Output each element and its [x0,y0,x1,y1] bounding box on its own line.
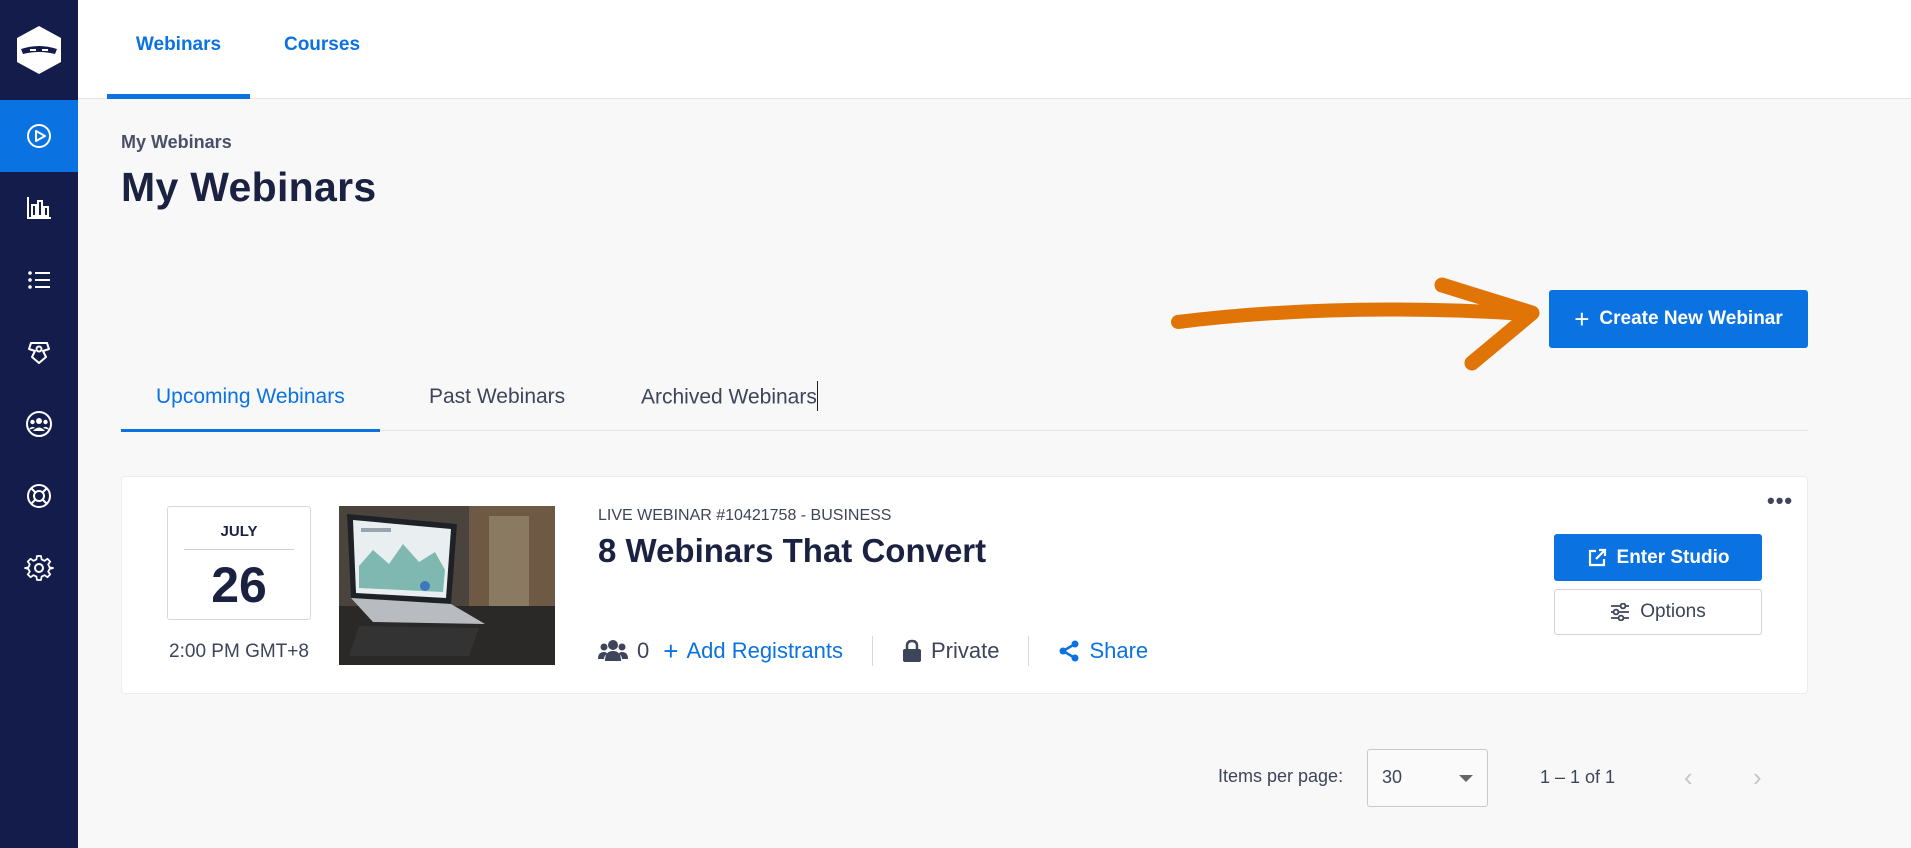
play-circle-icon [27,124,51,148]
registrants-count: 0 [598,638,649,664]
share-link[interactable]: Share [1058,638,1148,664]
list-icon [28,271,50,289]
pagination-range: 1 – 1 of 1 [1540,767,1616,787]
more-options-icon[interactable]: ••• [1767,490,1793,512]
webinar-title[interactable]: 8 Webinars That Convert [598,532,986,570]
webinar-thumbnail[interactable] [339,506,555,665]
items-per-page-select[interactable]: 30 [1367,749,1488,807]
previous-page-icon[interactable]: ‹ [1684,762,1693,793]
sidebar-item-team[interactable] [0,388,78,460]
sidebar-item-webinars[interactable] [0,100,78,172]
chevron-down-icon [1459,775,1473,782]
lock-icon [902,639,921,662]
next-page-icon[interactable]: › [1753,762,1762,793]
webinar-actions-row: 0 + Add Registrants Private Share [598,636,1148,666]
active-tab-indicator [107,94,250,99]
external-link-icon [1588,548,1606,566]
webinar-meta: LIVE WEBINAR #10421758 - BUSINESS [598,507,892,524]
sidebar-item-support[interactable] [0,460,78,532]
date-day: 26 [211,557,267,613]
share-label: Share [1089,638,1149,663]
active-subtab-indicator [121,429,380,432]
tab-webinars[interactable]: Webinars [107,0,250,99]
divider [1028,636,1030,666]
enter-studio-label: Enter Studio [1616,546,1730,568]
tab-archived-label: Archived Webinars [641,385,817,409]
registrant-count: 0 [637,638,650,663]
team-icon [26,411,52,437]
sliders-icon [1611,603,1630,621]
tab-upcoming-webinars[interactable]: Upcoming Webinars [121,385,380,432]
sidebar-item-analytics[interactable] [0,172,78,244]
lifebuoy-icon [27,484,51,508]
breadcrumb[interactable]: My Webinars [121,132,232,153]
items-per-page-value: 30 [1382,767,1403,787]
plus-icon: + [663,636,679,666]
page-title: My Webinars [121,164,377,210]
date-divider [184,549,294,550]
tab-archived-webinars[interactable]: Archived Webinars [641,381,818,431]
options-button[interactable]: Options [1554,589,1762,635]
options-label: Options [1640,601,1706,622]
sidebar [0,0,78,848]
users-icon [598,640,628,661]
tab-past-label: Past Webinars [429,385,566,408]
divider [871,636,873,666]
sidebar-item-list[interactable] [0,244,78,316]
plus-icon: + [1574,304,1590,334]
webinar-card: JULY 26 2:00 PM GMT+8 LIVE WEBINAR #1042… [121,476,1808,694]
date-month: JULY [220,523,258,540]
sidebar-item-integrations[interactable] [0,316,78,388]
items-per-page-label: Items per page: [1218,766,1344,786]
webinar-time: 2:00 PM GMT+8 [169,641,309,662]
gear-icon [24,555,54,581]
tab-courses[interactable]: Courses [272,0,372,99]
create-new-webinar-button[interactable]: + Create New Webinar [1549,290,1808,348]
share-icon [1059,640,1079,662]
top-navigation: Webinars Courses [78,0,1911,99]
text-cursor [816,381,818,411]
annotation-arrow-icon [1171,277,1540,371]
add-registrants-label: Add Registrants [686,638,843,663]
date-badge: JULY 26 [167,506,311,620]
webinar-tabs: Upcoming Webinars Past Webinars Archived… [121,375,1808,432]
tab-webinars-label: Webinars [135,34,222,55]
create-new-webinar-label: Create New Webinar [1599,308,1783,329]
tab-courses-label: Courses [283,34,361,55]
tab-past-webinars[interactable]: Past Webinars [429,385,565,431]
bar-chart-icon [27,197,51,219]
ninja-logo-icon[interactable] [0,0,78,100]
privacy-label: Private [930,638,1000,663]
enter-studio-button[interactable]: Enter Studio [1554,534,1762,581]
integrations-icon [28,342,50,364]
privacy-status[interactable]: Private [902,638,999,664]
add-registrants-link[interactable]: + Add Registrants [663,638,843,664]
sidebar-item-settings[interactable] [0,532,78,604]
tab-upcoming-label: Upcoming Webinars [156,385,345,408]
